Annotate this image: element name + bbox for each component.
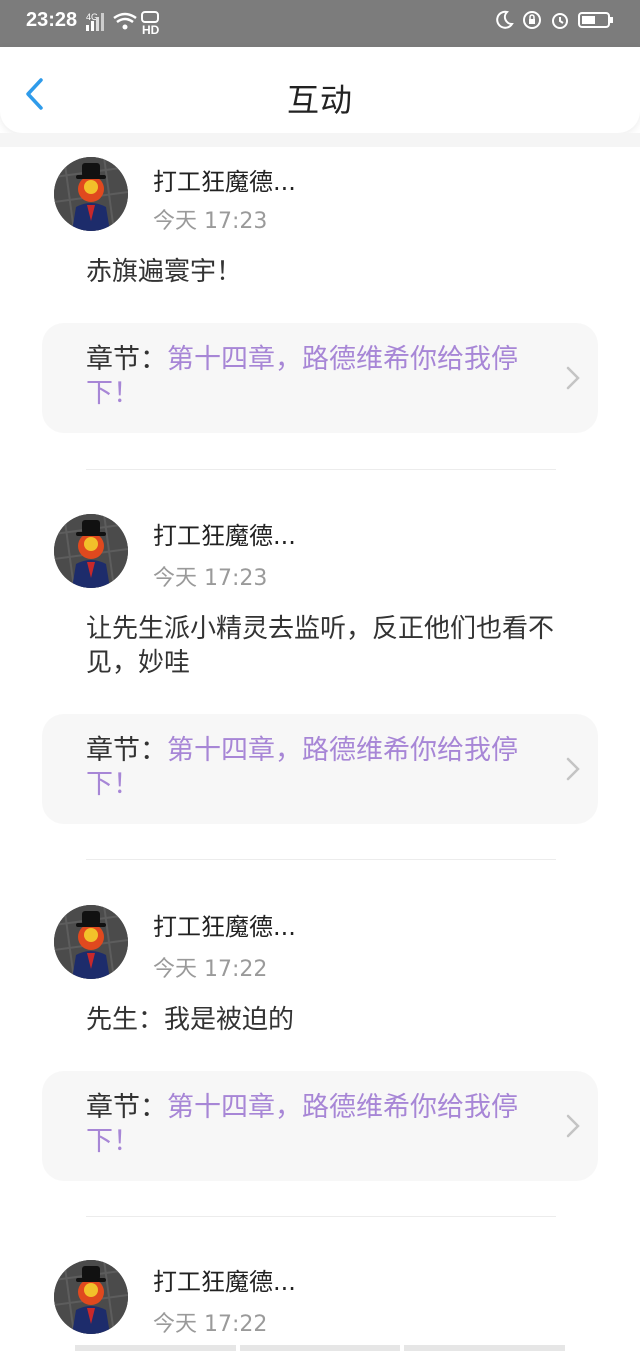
timestamp: 今天 17:23 <box>153 209 268 234</box>
divider <box>86 859 556 860</box>
signal-icons: 4G HD <box>86 10 166 40</box>
avatar[interactable] <box>54 514 128 588</box>
chapter-label: 章节： <box>86 735 167 766</box>
comment-item: 打工狂魔德... 今天 17:23 让先生派小精灵去监听，反正他们也看不见，妙哇… <box>0 512 640 862</box>
divider <box>86 1216 556 1217</box>
username[interactable]: 打工狂魔德... <box>153 162 296 197</box>
avatar-image <box>54 905 128 979</box>
battery-icon <box>578 12 613 28</box>
username[interactable]: 打工狂魔德... <box>153 1262 296 1297</box>
moon-icon <box>496 10 514 29</box>
avatar-image <box>54 157 128 231</box>
timestamp: 今天 17:23 <box>153 566 268 591</box>
avatar[interactable] <box>54 905 128 979</box>
alarm-icon <box>552 13 568 29</box>
comment-item: 打工狂魔德... 今天 17:22 <box>0 1258 640 1351</box>
timestamp: 今天 17:22 <box>153 957 268 982</box>
comment-text: 先生：我是被迫的 <box>86 1005 295 1035</box>
hd-label: HD <box>142 23 160 36</box>
username[interactable]: 打工狂魔德... <box>153 516 296 551</box>
status-bar: 23:28 4G HD <box>0 0 640 47</box>
comment-item: 打工狂魔德... 今天 17:22 先生：我是被迫的 章节：第十四章，路德维希你… <box>0 903 640 1223</box>
page-title: 互动 <box>286 81 353 119</box>
chapter-link-card[interactable]: 章节：第十四章，路德维希你给我停下！ <box>42 714 598 824</box>
divider <box>86 469 556 470</box>
timestamp: 今天 17:22 <box>153 1312 268 1337</box>
bottom-bar-edge <box>75 1345 566 1351</box>
chevron-right-icon <box>566 1114 580 1138</box>
comment-text: 让先生派小精灵去监听，反正他们也看不见，妙哇 <box>86 614 555 678</box>
chevron-right-icon <box>566 366 580 390</box>
comment-text: 赤旗遍寰宇！ <box>86 257 243 287</box>
avatar-image <box>54 1260 128 1334</box>
navigation-bar: 互动 <box>0 47 640 133</box>
chapter-label: 章节： <box>86 344 167 375</box>
status-time: 23:28 <box>26 9 78 31</box>
header-divider <box>0 133 640 147</box>
chapter-link-card[interactable]: 章节：第十四章，路德维希你给我停下！ <box>42 323 598 433</box>
avatar[interactable] <box>54 157 128 231</box>
avatar-image <box>54 514 128 588</box>
lock-rotation-icon <box>523 11 541 29</box>
chevron-right-icon <box>566 757 580 781</box>
chapter-link-card[interactable]: 章节：第十四章，路德维希你给我停下！ <box>42 1071 598 1181</box>
comment-item: 打工狂魔德... 今天 17:23 赤旗遍寰宇！ 章节：第十四章，路德维希你给我… <box>0 155 640 470</box>
chapter-label: 章节： <box>86 1092 167 1123</box>
avatar[interactable] <box>54 1260 128 1334</box>
username[interactable]: 打工狂魔德... <box>153 907 296 942</box>
